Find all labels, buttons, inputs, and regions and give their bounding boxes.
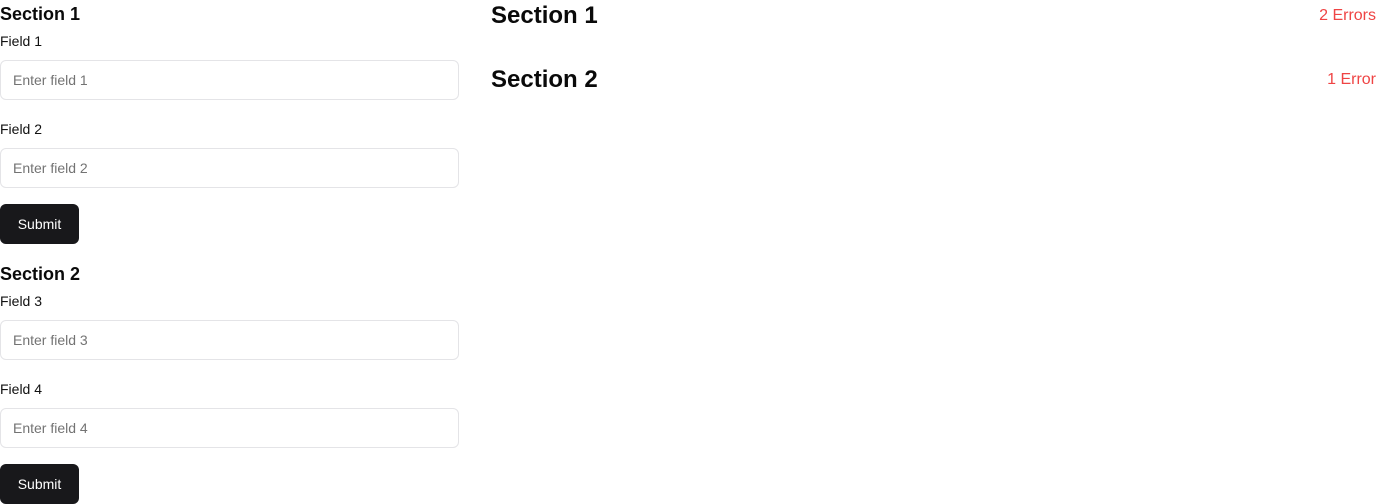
summary-section-title: Section 2 (491, 66, 598, 93)
field-label: Field 1 (0, 33, 43, 49)
error-count: 2 Errors (1319, 7, 1376, 24)
summary-row-section-2: Section 2 1 Error (491, 64, 1376, 96)
summary-row-section-1: Section 1 2 Errors (491, 0, 1376, 32)
summary-section-title: Section 1 (491, 2, 598, 29)
section-heading: Section 2 (0, 264, 81, 284)
section-2-submit-button[interactable]: Submit (0, 464, 79, 504)
field-label: Field 2 (0, 121, 43, 137)
field-2-input[interactable] (0, 148, 459, 188)
page: Section 1 Field 1 Field 2 Submit Section… (0, 0, 1376, 504)
field-4-input[interactable] (0, 408, 459, 448)
form-section-1: Section 1 Field 1 Field 2 Submit (0, 0, 459, 244)
error-count: 1 Error (1327, 71, 1376, 88)
field-1-input[interactable] (0, 60, 459, 100)
field-3-input[interactable] (0, 320, 459, 360)
field-label: Field 3 (0, 293, 43, 309)
form-section-2: Section 2 Field 3 Field 4 Submit (0, 260, 459, 504)
field-label: Field 4 (0, 381, 43, 397)
section-1-submit-button[interactable]: Submit (0, 204, 79, 244)
section-heading: Section 1 (0, 4, 81, 24)
